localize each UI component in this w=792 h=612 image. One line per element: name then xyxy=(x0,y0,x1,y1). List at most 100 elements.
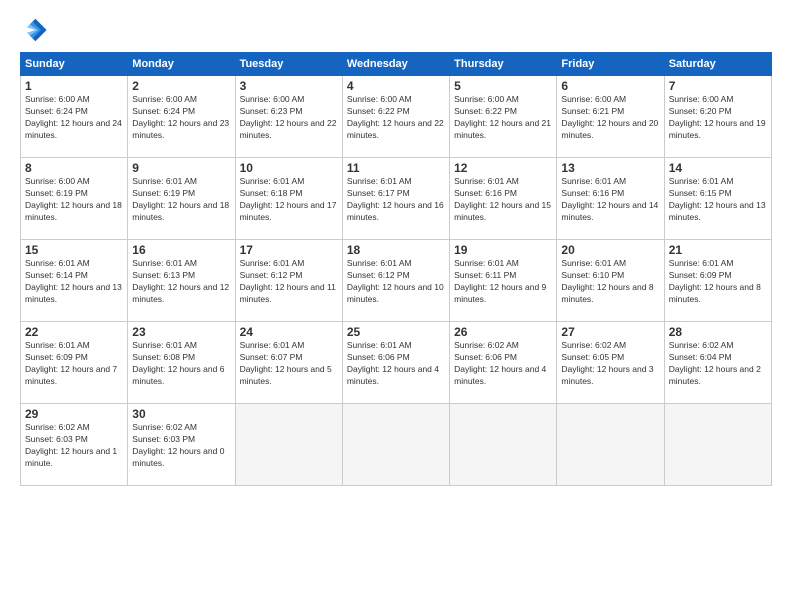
day-info: Sunrise: 6:00 AMSunset: 6:21 PMDaylight:… xyxy=(561,94,659,142)
calendar-cell: 3Sunrise: 6:00 AMSunset: 6:23 PMDaylight… xyxy=(235,76,342,158)
day-number: 16 xyxy=(132,243,230,257)
day-number: 29 xyxy=(25,407,123,421)
calendar-cell: 7Sunrise: 6:00 AMSunset: 6:20 PMDaylight… xyxy=(664,76,771,158)
calendar-cell: 26Sunrise: 6:02 AMSunset: 6:06 PMDayligh… xyxy=(450,322,557,404)
day-info: Sunrise: 6:01 AMSunset: 6:13 PMDaylight:… xyxy=(132,258,230,306)
day-number: 24 xyxy=(240,325,338,339)
day-number: 10 xyxy=(240,161,338,175)
logo xyxy=(20,16,52,44)
day-number: 26 xyxy=(454,325,552,339)
calendar-cell: 12Sunrise: 6:01 AMSunset: 6:16 PMDayligh… xyxy=(450,158,557,240)
day-info: Sunrise: 6:01 AMSunset: 6:18 PMDaylight:… xyxy=(240,176,338,224)
calendar-cell: 28Sunrise: 6:02 AMSunset: 6:04 PMDayligh… xyxy=(664,322,771,404)
calendar-cell: 30Sunrise: 6:02 AMSunset: 6:03 PMDayligh… xyxy=(128,404,235,486)
calendar-cell xyxy=(664,404,771,486)
day-number: 14 xyxy=(669,161,767,175)
calendar-cell: 13Sunrise: 6:01 AMSunset: 6:16 PMDayligh… xyxy=(557,158,664,240)
calendar-cell: 17Sunrise: 6:01 AMSunset: 6:12 PMDayligh… xyxy=(235,240,342,322)
calendar-cell: 21Sunrise: 6:01 AMSunset: 6:09 PMDayligh… xyxy=(664,240,771,322)
calendar-cell: 22Sunrise: 6:01 AMSunset: 6:09 PMDayligh… xyxy=(21,322,128,404)
day-info: Sunrise: 6:01 AMSunset: 6:10 PMDaylight:… xyxy=(561,258,659,306)
day-number: 21 xyxy=(669,243,767,257)
day-number: 15 xyxy=(25,243,123,257)
day-info: Sunrise: 6:00 AMSunset: 6:24 PMDaylight:… xyxy=(132,94,230,142)
day-info: Sunrise: 6:01 AMSunset: 6:07 PMDaylight:… xyxy=(240,340,338,388)
header-row: SundayMondayTuesdayWednesdayThursdayFrid… xyxy=(21,53,772,76)
day-number: 3 xyxy=(240,79,338,93)
day-info: Sunrise: 6:01 AMSunset: 6:12 PMDaylight:… xyxy=(347,258,445,306)
header xyxy=(20,16,772,44)
day-number: 5 xyxy=(454,79,552,93)
day-info: Sunrise: 6:01 AMSunset: 6:06 PMDaylight:… xyxy=(347,340,445,388)
day-info: Sunrise: 6:02 AMSunset: 6:04 PMDaylight:… xyxy=(669,340,767,388)
calendar-page: SundayMondayTuesdayWednesdayThursdayFrid… xyxy=(0,0,792,612)
calendar-cell xyxy=(235,404,342,486)
calendar-cell: 2Sunrise: 6:00 AMSunset: 6:24 PMDaylight… xyxy=(128,76,235,158)
calendar-cell: 23Sunrise: 6:01 AMSunset: 6:08 PMDayligh… xyxy=(128,322,235,404)
day-header-tuesday: Tuesday xyxy=(235,53,342,76)
week-row-0: 1Sunrise: 6:00 AMSunset: 6:24 PMDaylight… xyxy=(21,76,772,158)
day-info: Sunrise: 6:01 AMSunset: 6:12 PMDaylight:… xyxy=(240,258,338,306)
calendar-cell: 18Sunrise: 6:01 AMSunset: 6:12 PMDayligh… xyxy=(342,240,449,322)
calendar-cell xyxy=(342,404,449,486)
calendar-cell: 5Sunrise: 6:00 AMSunset: 6:22 PMDaylight… xyxy=(450,76,557,158)
week-row-4: 29Sunrise: 6:02 AMSunset: 6:03 PMDayligh… xyxy=(21,404,772,486)
day-number: 1 xyxy=(25,79,123,93)
day-info: Sunrise: 6:01 AMSunset: 6:15 PMDaylight:… xyxy=(669,176,767,224)
day-header-saturday: Saturday xyxy=(664,53,771,76)
calendar-cell: 10Sunrise: 6:01 AMSunset: 6:18 PMDayligh… xyxy=(235,158,342,240)
calendar-cell: 25Sunrise: 6:01 AMSunset: 6:06 PMDayligh… xyxy=(342,322,449,404)
week-row-1: 8Sunrise: 6:00 AMSunset: 6:19 PMDaylight… xyxy=(21,158,772,240)
calendar-cell: 8Sunrise: 6:00 AMSunset: 6:19 PMDaylight… xyxy=(21,158,128,240)
day-number: 7 xyxy=(669,79,767,93)
calendar-cell: 11Sunrise: 6:01 AMSunset: 6:17 PMDayligh… xyxy=(342,158,449,240)
calendar-table: SundayMondayTuesdayWednesdayThursdayFrid… xyxy=(20,52,772,486)
calendar-cell: 16Sunrise: 6:01 AMSunset: 6:13 PMDayligh… xyxy=(128,240,235,322)
day-header-sunday: Sunday xyxy=(21,53,128,76)
day-info: Sunrise: 6:02 AMSunset: 6:03 PMDaylight:… xyxy=(25,422,123,470)
day-number: 11 xyxy=(347,161,445,175)
calendar-cell: 20Sunrise: 6:01 AMSunset: 6:10 PMDayligh… xyxy=(557,240,664,322)
calendar-cell: 15Sunrise: 6:01 AMSunset: 6:14 PMDayligh… xyxy=(21,240,128,322)
calendar-cell: 24Sunrise: 6:01 AMSunset: 6:07 PMDayligh… xyxy=(235,322,342,404)
day-info: Sunrise: 6:00 AMSunset: 6:22 PMDaylight:… xyxy=(454,94,552,142)
calendar-cell: 1Sunrise: 6:00 AMSunset: 6:24 PMDaylight… xyxy=(21,76,128,158)
day-info: Sunrise: 6:01 AMSunset: 6:14 PMDaylight:… xyxy=(25,258,123,306)
calendar-cell: 9Sunrise: 6:01 AMSunset: 6:19 PMDaylight… xyxy=(128,158,235,240)
day-number: 25 xyxy=(347,325,445,339)
logo-icon xyxy=(20,16,48,44)
day-info: Sunrise: 6:02 AMSunset: 6:03 PMDaylight:… xyxy=(132,422,230,470)
day-info: Sunrise: 6:01 AMSunset: 6:17 PMDaylight:… xyxy=(347,176,445,224)
day-header-friday: Friday xyxy=(557,53,664,76)
day-number: 9 xyxy=(132,161,230,175)
day-info: Sunrise: 6:00 AMSunset: 6:22 PMDaylight:… xyxy=(347,94,445,142)
day-number: 8 xyxy=(25,161,123,175)
day-number: 22 xyxy=(25,325,123,339)
day-number: 13 xyxy=(561,161,659,175)
day-header-monday: Monday xyxy=(128,53,235,76)
day-info: Sunrise: 6:00 AMSunset: 6:20 PMDaylight:… xyxy=(669,94,767,142)
day-info: Sunrise: 6:01 AMSunset: 6:19 PMDaylight:… xyxy=(132,176,230,224)
day-info: Sunrise: 6:00 AMSunset: 6:24 PMDaylight:… xyxy=(25,94,123,142)
day-header-wednesday: Wednesday xyxy=(342,53,449,76)
day-number: 19 xyxy=(454,243,552,257)
day-number: 2 xyxy=(132,79,230,93)
calendar-cell: 6Sunrise: 6:00 AMSunset: 6:21 PMDaylight… xyxy=(557,76,664,158)
day-number: 23 xyxy=(132,325,230,339)
day-info: Sunrise: 6:01 AMSunset: 6:16 PMDaylight:… xyxy=(561,176,659,224)
calendar-cell xyxy=(557,404,664,486)
day-number: 6 xyxy=(561,79,659,93)
calendar-cell xyxy=(450,404,557,486)
day-info: Sunrise: 6:01 AMSunset: 6:09 PMDaylight:… xyxy=(669,258,767,306)
day-header-thursday: Thursday xyxy=(450,53,557,76)
day-info: Sunrise: 6:01 AMSunset: 6:16 PMDaylight:… xyxy=(454,176,552,224)
day-info: Sunrise: 6:01 AMSunset: 6:11 PMDaylight:… xyxy=(454,258,552,306)
day-info: Sunrise: 6:00 AMSunset: 6:23 PMDaylight:… xyxy=(240,94,338,142)
week-row-2: 15Sunrise: 6:01 AMSunset: 6:14 PMDayligh… xyxy=(21,240,772,322)
day-number: 4 xyxy=(347,79,445,93)
day-number: 20 xyxy=(561,243,659,257)
day-number: 18 xyxy=(347,243,445,257)
week-row-3: 22Sunrise: 6:01 AMSunset: 6:09 PMDayligh… xyxy=(21,322,772,404)
day-number: 28 xyxy=(669,325,767,339)
day-number: 17 xyxy=(240,243,338,257)
